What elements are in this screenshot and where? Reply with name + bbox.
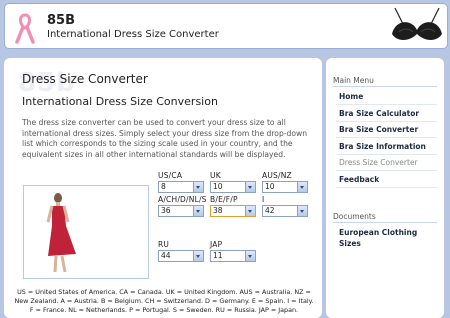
size-label: AUS/NZ	[262, 171, 292, 180]
size-label: B/E/F/P	[210, 195, 238, 204]
dropdown-arrow-icon[interactable]	[193, 182, 203, 192]
size-select-ru[interactable]: 44	[158, 250, 204, 262]
size-field-jap: JAP 11	[210, 240, 256, 262]
menu-item-bra-size-information[interactable]: Bra Size Information	[336, 140, 437, 155]
intro-text: The dress size converter can be used to …	[22, 118, 308, 159]
menu-item-bra-size-calculator[interactable]: Bra Size Calculator	[336, 107, 437, 122]
dropdown-arrow-icon[interactable]	[245, 251, 255, 261]
dropdown-arrow-icon[interactable]	[193, 251, 203, 261]
size-field-aus-nz: AUS/NZ 10	[262, 171, 308, 193]
size-field-i: I 42	[262, 195, 308, 217]
size-select-aus-nz[interactable]: 10	[262, 181, 308, 193]
size-select-a-ch-d-nl-s[interactable]: 36	[158, 205, 204, 217]
size-select-b-e-f-p[interactable]: 38	[210, 205, 256, 217]
site-name[interactable]: 85B	[47, 13, 75, 28]
dropdown-arrow-icon[interactable]	[297, 206, 307, 216]
menu-item-feedback[interactable]: Feedback	[336, 173, 437, 188]
site-header: 85B International Dress Size Converter	[4, 3, 448, 49]
size-select-us-ca[interactable]: 8	[158, 181, 204, 193]
doc-link-european-clothing-sizes[interactable]: European Clothing Sizes	[336, 227, 435, 249]
dress-image	[23, 185, 149, 279]
size-select-uk[interactable]: 10	[210, 181, 256, 193]
menu-item-dress-size-converter[interactable]: Dress Size Converter	[336, 156, 437, 171]
size-label: US/CA	[158, 171, 183, 180]
size-field-ru: RU 44	[158, 240, 204, 262]
size-field-uk: UK 10	[210, 171, 256, 193]
dress-figure	[46, 193, 76, 273]
page-title: Dress Size Converter	[22, 72, 148, 86]
dropdown-arrow-icon[interactable]	[297, 182, 307, 192]
menu-item-bra-size-converter[interactable]: Bra Size Converter	[336, 123, 437, 138]
menu-item-home[interactable]: Home	[336, 90, 437, 105]
size-label: UK	[210, 171, 221, 180]
documents-heading: Documents	[333, 212, 437, 223]
size-select-i[interactable]: 42	[262, 205, 308, 217]
dropdown-arrow-icon[interactable]	[245, 182, 255, 192]
section-title: International Dress Size Conversion	[22, 95, 218, 108]
size-label: I	[262, 195, 265, 204]
main-content: 85b Dress Size Converter International D…	[4, 58, 322, 318]
size-field-b-e-f-p: B/E/F/P 38	[210, 195, 256, 217]
size-label: RU	[158, 240, 170, 249]
size-label: A/CH/D/NL/S	[158, 195, 207, 204]
pink-ribbon-icon	[15, 13, 35, 44]
size-field-a-ch-d-nl-s: A/CH/D/NL/S 36	[158, 195, 207, 217]
bra-image	[392, 7, 442, 40]
main-menu-heading: Main Menu	[333, 76, 437, 87]
dropdown-arrow-icon[interactable]	[193, 206, 203, 216]
sidebar: Main Menu Home Bra Size Calculator Bra S…	[326, 58, 444, 318]
site-subtitle: International Dress Size Converter	[47, 29, 219, 40]
size-select-jap[interactable]: 11	[210, 250, 256, 262]
size-label: JAP	[210, 240, 223, 249]
dropdown-arrow-icon[interactable]	[245, 206, 255, 216]
size-field-us-ca: US/CA 8	[158, 171, 204, 193]
